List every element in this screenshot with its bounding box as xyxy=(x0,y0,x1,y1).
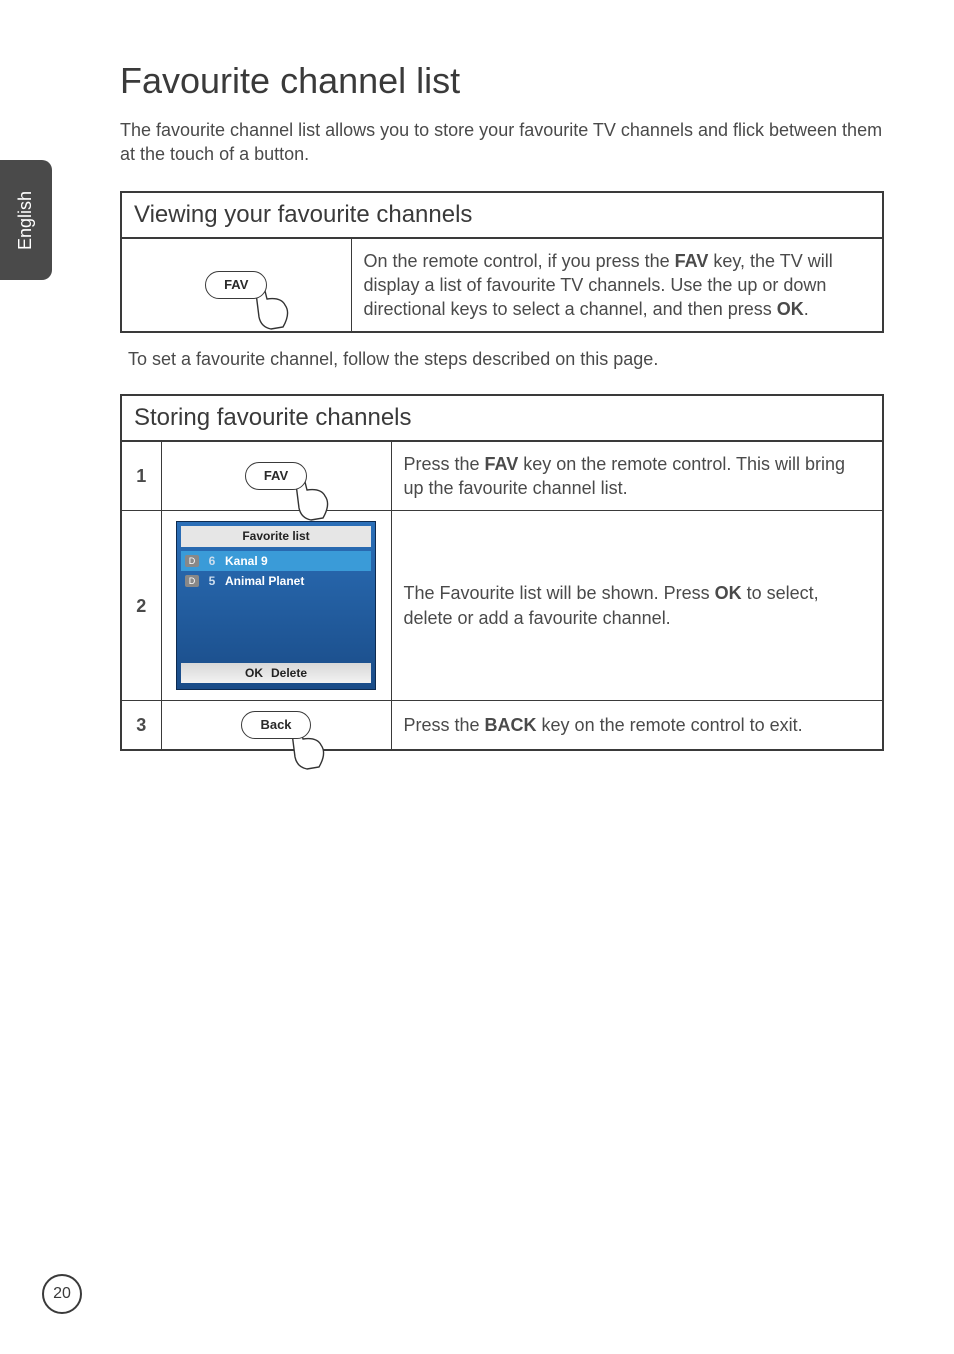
favlist-footer: OK Delete xyxy=(181,663,371,683)
favlist-name-0: Kanal 9 xyxy=(225,553,268,569)
step-3-description: Press the BACK key on the remote control… xyxy=(391,701,883,750)
favourite-list-screenshot: Favorite list D 6 Kanal 9 D 5 Animal Pla… xyxy=(176,521,376,690)
step-2-desc-bold: OK xyxy=(715,583,742,603)
favlist-num-1: 5 xyxy=(205,573,219,589)
step-num-2: 2 xyxy=(121,511,161,701)
language-tab: English xyxy=(0,160,52,280)
page-root: English Favourite channel list The favou… xyxy=(0,0,954,1354)
page-title: Favourite channel list xyxy=(120,60,884,102)
step-1-key-label: FAV xyxy=(245,462,307,490)
step-2-illustration: Favorite list D 6 Kanal 9 D 5 Animal Pla… xyxy=(161,511,391,701)
favlist-badge-0: D xyxy=(185,555,199,567)
favlist-footer-ok: OK xyxy=(245,665,263,681)
viewing-header: Viewing your favourite channels xyxy=(121,192,883,238)
step-3-desc-post: key on the remote control to exit. xyxy=(537,715,803,735)
favlist-num-0: 6 xyxy=(205,553,219,569)
storing-table: Storing favourite channels 1 FAV Press t… xyxy=(120,394,884,751)
step-3-desc-pre: Press the xyxy=(404,715,485,735)
favlist-row-0: D 6 Kanal 9 xyxy=(181,551,371,571)
page-number: 20 xyxy=(42,1274,82,1314)
step-1-description: Press the FAV key on the remote control.… xyxy=(391,441,883,511)
favlist-footer-delete: Delete xyxy=(271,665,307,681)
viewing-table: Viewing your favourite channels FAV On t… xyxy=(120,191,884,334)
step-3-illustration: Back xyxy=(161,701,391,750)
remote-key-fav-step1: FAV xyxy=(245,462,307,490)
storing-header: Storing favourite channels xyxy=(121,395,883,441)
table-row: 3 Back Press the BACK key on the remote … xyxy=(121,701,883,750)
middle-note: To set a favourite channel, follow the s… xyxy=(128,347,884,371)
viewing-desc-post: . xyxy=(804,299,809,319)
favlist-row-1: D 5 Animal Planet xyxy=(181,571,371,591)
step-1-desc-bold: FAV xyxy=(485,454,519,474)
step-num-1: 1 xyxy=(121,441,161,511)
viewing-desc-bold2: OK xyxy=(777,299,804,319)
table-row: 1 FAV Press the FAV key on the remote co… xyxy=(121,441,883,511)
remote-key-back: Back xyxy=(241,711,310,739)
fav-key-label: FAV xyxy=(205,271,267,299)
viewing-description-cell: On the remote control, if you press the … xyxy=(351,238,883,333)
favlist-badge-1: D xyxy=(185,575,199,587)
favlist-spacer xyxy=(181,591,371,661)
step-2-description: The Favourite list will be shown. Press … xyxy=(391,511,883,701)
language-tab-label: English xyxy=(16,190,37,249)
favlist-name-1: Animal Planet xyxy=(225,573,304,589)
remote-key-fav: FAV xyxy=(205,271,267,299)
step-3-key-label: Back xyxy=(241,711,310,739)
favlist-title: Favorite list xyxy=(181,526,371,546)
viewing-illustration-cell: FAV xyxy=(121,238,351,333)
viewing-desc-pre: On the remote control, if you press the xyxy=(364,251,675,271)
step-1-desc-pre: Press the xyxy=(404,454,485,474)
viewing-desc-bold1: FAV xyxy=(675,251,709,271)
step-2-desc-pre: The Favourite list will be shown. Press xyxy=(404,583,715,603)
step-3-desc-bold: BACK xyxy=(485,715,537,735)
intro-paragraph: The favourite channel list allows you to… xyxy=(120,118,884,167)
step-num-3: 3 xyxy=(121,701,161,750)
table-row: 2 Favorite list D 6 Kanal 9 D 5 Animal P… xyxy=(121,511,883,701)
step-1-illustration: FAV xyxy=(161,441,391,511)
